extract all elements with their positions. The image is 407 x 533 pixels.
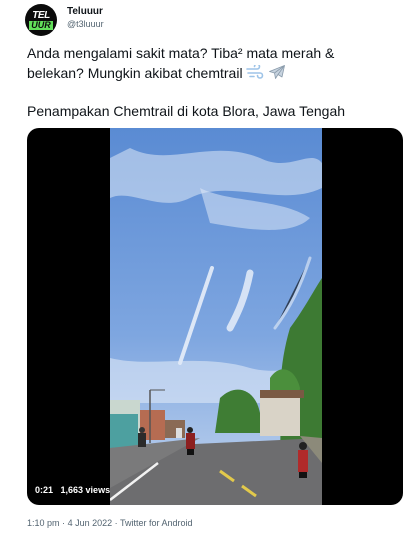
author-name[interactable]: Teluuur [67, 6, 103, 17]
video-time: 0:21 [35, 485, 54, 495]
author-handle[interactable]: @t3luuur [67, 19, 104, 29]
video-player[interactable]: 0:21 1,663 views [27, 128, 403, 505]
avatar[interactable]: TEL UUR [25, 4, 57, 36]
video-views: 1,663 views [60, 485, 111, 495]
tweet-text-line1: Anda mengalami sakit mata? Tiba² mata me… [27, 45, 335, 61]
video-frame[interactable] [110, 128, 322, 505]
footer-separator: · [62, 518, 66, 528]
video-overlay: 0:21 1,663 views [35, 485, 110, 495]
tweet-time[interactable]: 1:10 pm [27, 518, 60, 528]
tweet-source[interactable]: Twitter for Android [120, 518, 193, 528]
avatar-text-top: TEL [32, 9, 50, 21]
footer-separator: · [114, 518, 118, 528]
tweet-text-line3: Penampakan Chemtrail di kota Blora, Jawa… [27, 103, 346, 119]
dash-icon [246, 63, 264, 84]
tweet-text-line2-text: belekan? Mungkin akibat chemtrail [27, 65, 243, 82]
tweet-text-line2: belekan? Mungkin akibat chemtrail [27, 63, 286, 85]
tweet-footer: 1:10 pm · 4 Jun 2022 · Twitter for Andro… [27, 518, 193, 528]
airplane-icon [268, 64, 286, 85]
avatar-text-bottom: UUR [29, 19, 53, 30]
tweet-date[interactable]: 4 Jun 2022 [68, 518, 113, 528]
